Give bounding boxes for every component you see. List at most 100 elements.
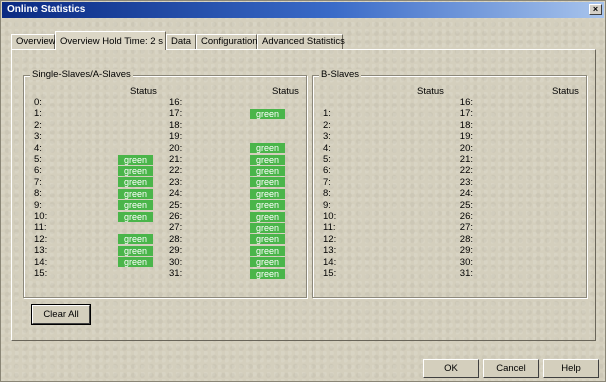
status-badge: green bbox=[250, 108, 285, 119]
slave-number: 25: bbox=[459, 199, 473, 211]
group-title: B-Slaves bbox=[319, 69, 362, 80]
status-badge: green bbox=[250, 200, 285, 211]
slave-number: 20: bbox=[459, 142, 473, 154]
slave-number: 3: bbox=[34, 131, 42, 143]
slave-number: 4: bbox=[323, 142, 331, 154]
slave-number: 28: bbox=[169, 233, 183, 245]
status-badge: green bbox=[250, 245, 285, 256]
slave-number: 24: bbox=[169, 188, 183, 200]
tab-data[interactable]: Data bbox=[166, 34, 196, 49]
slave-number: 14: bbox=[34, 256, 48, 268]
slave-number: 21: bbox=[169, 154, 183, 165]
slave-number: 5: bbox=[323, 154, 331, 165]
slave-number: 13: bbox=[323, 245, 337, 257]
status-badge: green bbox=[118, 245, 153, 256]
slave-number: 2: bbox=[34, 119, 42, 131]
slave-number: 11: bbox=[34, 222, 47, 234]
slave-number: 28: bbox=[459, 233, 473, 245]
status-badge: green bbox=[118, 154, 153, 165]
slave-number: 27: bbox=[169, 222, 183, 234]
slave-number: 31: bbox=[169, 268, 183, 279]
slave-number: 18: bbox=[169, 119, 183, 131]
slave-number: 21: bbox=[459, 154, 473, 165]
slave-number: 22: bbox=[459, 165, 473, 177]
slave-number: 10: bbox=[323, 211, 337, 222]
slave-number: 9: bbox=[34, 199, 42, 211]
slave-number: 17: bbox=[459, 108, 473, 120]
tab-panel: Single-Slaves/A-Slaves Status Status 0: 1… bbox=[11, 49, 596, 341]
status-badge: green bbox=[250, 268, 285, 279]
slave-number: 1: bbox=[323, 108, 331, 120]
status-badge: green bbox=[250, 234, 285, 245]
slave-number: 2: bbox=[323, 119, 331, 131]
slave-number: 19: bbox=[169, 131, 183, 143]
tab-advanced-statistics[interactable]: Advanced Statistics bbox=[257, 34, 345, 49]
status-badge: green bbox=[250, 165, 285, 176]
slave-number: 22: bbox=[169, 165, 183, 177]
slave-number: 29: bbox=[459, 245, 473, 257]
slave-number: 24: bbox=[459, 188, 473, 200]
status-badge: green bbox=[118, 211, 153, 222]
slave-number: 25: bbox=[169, 199, 183, 211]
slave-number: 29: bbox=[169, 245, 183, 257]
status-badge: green bbox=[250, 143, 285, 154]
status-header-right: Status bbox=[552, 86, 579, 97]
slave-number: 15: bbox=[323, 268, 337, 279]
slave-number: 0: bbox=[34, 97, 42, 108]
tab-overview-hold-time[interactable]: Overview Hold Time: 2 s bbox=[55, 31, 166, 50]
status-badge: green bbox=[118, 188, 153, 199]
slave-number: 6: bbox=[34, 165, 42, 177]
status-badge: green bbox=[250, 222, 285, 233]
help-button[interactable]: Help bbox=[543, 359, 599, 378]
slave-number: 6: bbox=[323, 165, 331, 177]
slave-number: 8: bbox=[323, 188, 331, 200]
group-single-a-slaves: Single-Slaves/A-Slaves Status Status 0: 1… bbox=[23, 69, 307, 298]
slave-number: 12: bbox=[323, 233, 337, 245]
status-badge: green bbox=[118, 165, 153, 176]
status-badge: green bbox=[250, 188, 285, 199]
online-statistics-window: Online Statistics × Overview Overview Ho… bbox=[0, 0, 606, 382]
slave-number: 16: bbox=[169, 97, 183, 108]
slave-number: 17: bbox=[169, 108, 183, 120]
tab-overview[interactable]: Overview bbox=[11, 34, 56, 49]
status-header-left: Status bbox=[417, 86, 444, 97]
slave-number: 7: bbox=[34, 176, 42, 188]
title-bar[interactable]: Online Statistics × bbox=[2, 2, 604, 18]
slave-number: 30: bbox=[459, 256, 473, 268]
group-b-slaves: B-Slaves Status Status 1: 2: 3: 4: 5: 6: 7: 8: 9… bbox=[312, 69, 587, 298]
slave-number: 31: bbox=[459, 268, 473, 279]
slave-number: 8: bbox=[34, 188, 42, 200]
status-badge: green bbox=[250, 211, 285, 222]
slave-number: 23: bbox=[459, 176, 473, 188]
status-badge: green bbox=[118, 234, 153, 245]
slave-number: 13: bbox=[34, 245, 48, 257]
cancel-button[interactable]: Cancel bbox=[483, 359, 539, 378]
slave-number: 15: bbox=[34, 268, 48, 279]
status-badge: green bbox=[250, 177, 285, 188]
group-title: Single-Slaves/A-Slaves bbox=[30, 69, 133, 80]
slave-number: 9: bbox=[323, 199, 331, 211]
slave-number: 27: bbox=[459, 222, 473, 234]
status-badge: green bbox=[118, 257, 153, 268]
close-icon[interactable]: × bbox=[589, 4, 602, 15]
slave-number: 20: bbox=[169, 142, 183, 154]
slave-number: 7: bbox=[323, 176, 331, 188]
slave-number: 10: bbox=[34, 211, 48, 222]
slave-number: 3: bbox=[323, 131, 331, 143]
slave-number: 12: bbox=[34, 233, 48, 245]
slave-number: 14: bbox=[323, 256, 337, 268]
slave-number: 26: bbox=[169, 211, 183, 222]
slave-number: 4: bbox=[34, 142, 42, 154]
slave-number: 18: bbox=[459, 119, 473, 131]
ok-button[interactable]: OK bbox=[423, 359, 479, 378]
tab-configuration[interactable]: Configuration bbox=[196, 34, 258, 49]
status-badge: green bbox=[118, 200, 153, 211]
slave-number: 30: bbox=[169, 256, 183, 268]
slave-number: 5: bbox=[34, 154, 42, 165]
clear-all-label: Clear All bbox=[43, 309, 79, 320]
window-title: Online Statistics bbox=[7, 4, 86, 15]
slave-number: 23: bbox=[169, 176, 183, 188]
slave-number: 11: bbox=[323, 222, 336, 234]
clear-all-button[interactable]: Clear All bbox=[31, 304, 91, 325]
slave-number: 19: bbox=[459, 131, 473, 143]
